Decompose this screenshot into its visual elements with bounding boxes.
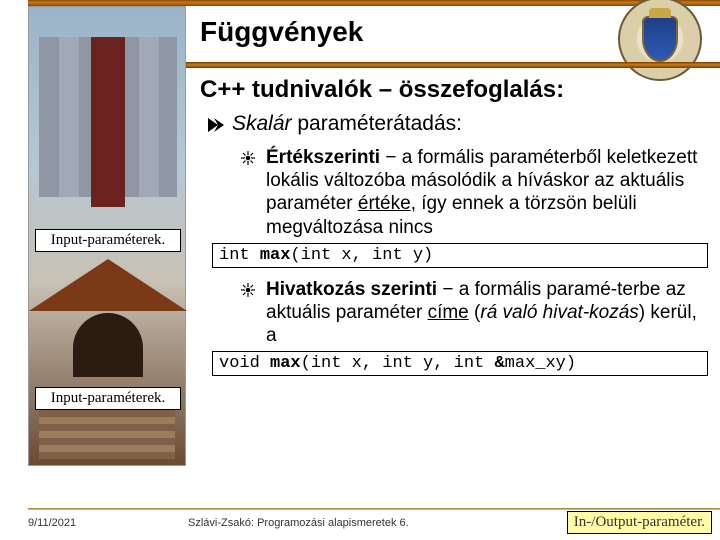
bullet-l1-text: Skalár paraméterátadás:	[232, 112, 462, 136]
item1-dash: −	[380, 147, 402, 168]
item2-text: Hivatkozás szerinti − a formális paramé-…	[266, 278, 708, 348]
title-bar: Függvények	[200, 8, 600, 56]
bullet-level1: Skalár paraméterátadás:	[206, 112, 708, 136]
left-image-column: Input-paraméterek. Input-paraméterek.	[28, 6, 186, 466]
item2-ital: rá való hivat-kozás	[480, 302, 638, 323]
l1-italic: Skalár	[232, 112, 292, 135]
code2-amp: &	[494, 354, 504, 373]
code2-r1: (int x, int y, int	[301, 354, 495, 373]
code1-pre: int	[219, 246, 260, 265]
code1-bold: max	[260, 246, 291, 265]
footer-mid: Szlávi-Zsakó: Programozási alapismeretek…	[188, 517, 567, 529]
university-crest-icon	[618, 0, 702, 81]
code-box-2: void max(int x, int y, int &max_xy)	[212, 351, 708, 376]
code-box-1: int max(int x, int y)	[212, 243, 708, 268]
item2-dash: −	[437, 279, 459, 300]
item1-ul: értéke	[358, 193, 411, 214]
content-area: C++ tudnivalók – összefoglalás: Skalár p…	[200, 76, 708, 504]
sunburst-bullet-icon	[240, 150, 256, 171]
item1-text: Értékszerinti − a formális paraméterből …	[266, 146, 708, 239]
footer-tag: In-/Output-paraméter.	[567, 511, 712, 534]
chevron-arrow-icon	[206, 116, 224, 134]
bullet-level2-1: Értékszerinti − a formális paraméterből …	[240, 146, 708, 239]
item1-bold: Értékszerinti	[266, 147, 380, 168]
item2-ul: címe	[428, 302, 469, 323]
item2-bold: Hivatkozás szerinti	[266, 279, 437, 300]
slide-root: Függvények Input-paraméterek. Input-para…	[0, 0, 720, 540]
sunburst-bullet-icon	[240, 282, 256, 303]
building-pillar	[91, 37, 125, 207]
footer: 9/11/2021 Szlávi-Zsakó: Programozási ala…	[28, 511, 712, 534]
code2-r2: max_xy)	[505, 354, 576, 373]
item2-r2a: (	[469, 302, 481, 323]
code1-rest: (int x, int y)	[290, 246, 433, 265]
page-title: Függvények	[200, 16, 363, 48]
left-label-2: Input-paraméterek.	[35, 387, 181, 410]
subtitle: C++ tudnivalók – összefoglalás:	[200, 76, 708, 104]
left-label-1: Input-paraméterek.	[35, 229, 181, 252]
building-door	[73, 313, 143, 377]
l1-rest: paraméterátadás:	[292, 112, 462, 135]
code2-pre: void	[219, 354, 270, 373]
footer-date: 9/11/2021	[28, 517, 188, 529]
building-roof	[29, 259, 187, 311]
bullet-level2-2: Hivatkozás szerinti − a formális paramé-…	[240, 278, 708, 348]
footer-rule	[28, 508, 720, 510]
code2-bold: max	[270, 354, 301, 373]
